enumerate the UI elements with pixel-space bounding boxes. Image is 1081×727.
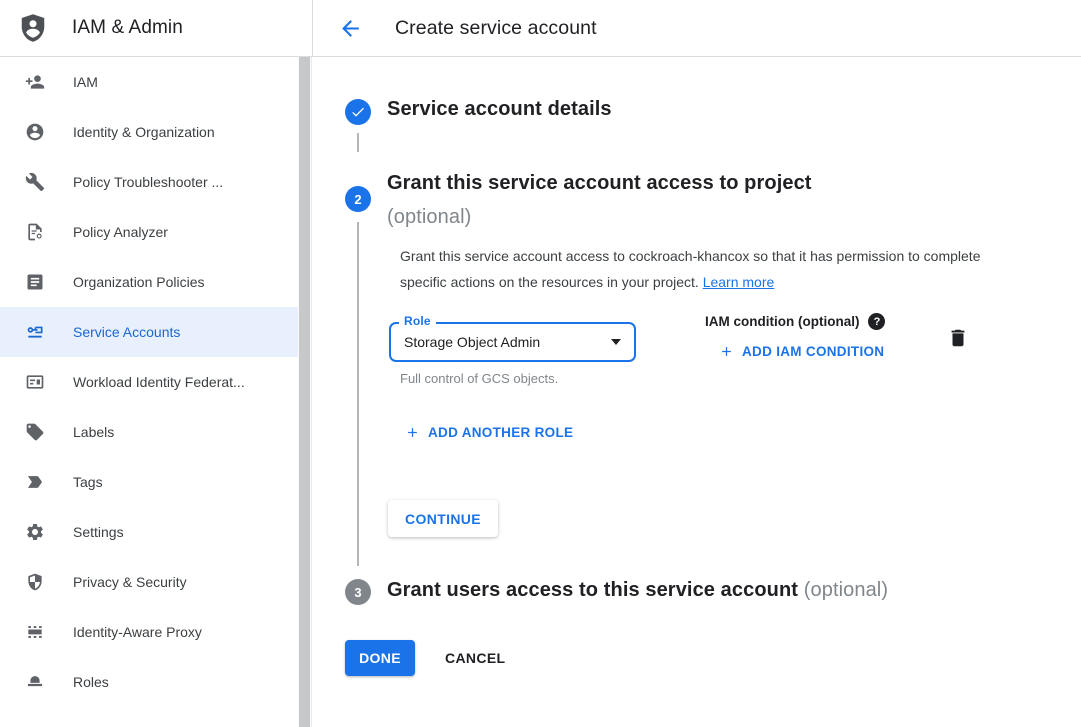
step2-number-badge: 2 — [345, 186, 371, 212]
wrench-icon — [25, 172, 45, 192]
learn-more-link[interactable]: Learn more — [703, 274, 775, 290]
roles-hat-icon — [25, 672, 45, 692]
sidebar-item-identity-organization[interactable]: Identity & Organization — [0, 107, 299, 157]
workload-identity-card-icon — [25, 372, 45, 392]
sidebar-item-label: Roles — [73, 674, 109, 690]
privacy-shield-icon — [25, 572, 45, 592]
sidebar-item-label: Policy Analyzer — [73, 224, 168, 240]
sidebar-item-label: Organization Policies — [73, 274, 205, 290]
identity-aware-proxy-icon — [25, 622, 45, 642]
role-select[interactable]: Storage Object Admin — [389, 322, 636, 362]
step3-optional-text: (optional) — [804, 579, 888, 601]
label-tag-icon — [25, 422, 45, 442]
sidebar-item-label: IAM — [73, 74, 98, 90]
continue-button[interactable]: CONTINUE — [388, 500, 498, 537]
sidebar-item-label: Tags — [73, 474, 103, 490]
help-icon[interactable] — [868, 313, 885, 330]
policy-analyzer-icon — [25, 222, 45, 242]
product-title: IAM & Admin — [72, 17, 183, 39]
step2-heading: Grant this service account access to pro… — [387, 166, 812, 234]
step-connector — [357, 133, 359, 152]
step2-description: Grant this service account access to coc… — [400, 243, 985, 295]
plus-icon — [405, 425, 420, 440]
sidebar-item-policy-analyzer[interactable]: Policy Analyzer — [0, 207, 299, 257]
sidebar-item-privacy-security[interactable]: Privacy & Security — [0, 557, 299, 607]
step2-number: 2 — [354, 192, 361, 207]
sidebar-item-label: Policy Troubleshooter ... — [73, 174, 223, 190]
tag-important-icon — [25, 472, 45, 492]
page-title: Create service account — [395, 17, 597, 40]
sidebar-item-label: Workload Identity Federat... — [73, 374, 245, 390]
step3-number-badge: 3 — [345, 579, 371, 605]
account-circle-icon — [25, 122, 45, 142]
sidebar-item-service-accounts[interactable]: Service Accounts — [0, 307, 299, 357]
add-another-role-button[interactable]: ADD ANOTHER ROLE — [405, 425, 573, 440]
sidebar-scrollbar-thumb[interactable] — [299, 57, 310, 727]
sidebar-item-workload-identity-federat[interactable]: Workload Identity Federat... — [0, 357, 299, 407]
iam-condition-header: IAM condition (optional) — [705, 313, 885, 330]
step-connector — [357, 222, 359, 566]
sidebar-item-settings[interactable]: Settings — [0, 507, 299, 557]
gear-icon — [25, 522, 45, 542]
sidebar-item-labels[interactable]: Labels — [0, 407, 299, 457]
sidebar-scrollbar — [298, 57, 312, 727]
page-header: Create service account — [312, 0, 1081, 56]
check-icon — [350, 104, 366, 120]
role-field-group: Storage Object Admin Role — [389, 322, 636, 362]
iam-condition-label: IAM condition (optional) — [705, 314, 859, 329]
app-header: IAM & Admin Create service account — [0, 0, 1081, 57]
plus-icon — [719, 344, 734, 359]
step3-number: 3 — [354, 585, 361, 600]
sidebar-item-policy-troubleshooter[interactable]: Policy Troubleshooter ... — [0, 157, 299, 207]
sidebar-item-identity-aware-proxy[interactable]: Identity-Aware Proxy — [0, 607, 299, 657]
back-arrow-icon[interactable] — [336, 14, 364, 42]
sidebar-item-roles[interactable]: Roles — [0, 657, 299, 707]
done-button[interactable]: DONE — [345, 640, 415, 676]
chevron-down-icon — [611, 339, 621, 345]
role-selected-value: Storage Object Admin — [404, 334, 540, 350]
person-add-icon — [25, 72, 45, 92]
step2-title: Grant this service account access to pro… — [387, 166, 812, 200]
step2-optional-label: (optional) — [387, 200, 812, 234]
sidebar-item-label: Settings — [73, 524, 124, 540]
organization-policies-icon — [25, 272, 45, 292]
role-helper-text: Full control of GCS objects. — [400, 371, 558, 386]
sidebar-item-label: Service Accounts — [73, 324, 180, 340]
cancel-button[interactable]: CANCEL — [437, 640, 513, 676]
sidebar-item-iam[interactable]: IAM — [0, 57, 299, 107]
service-accounts-key-icon — [25, 322, 45, 342]
step3-title: Grant users access to this service accou… — [387, 579, 798, 601]
delete-role-button[interactable] — [947, 326, 969, 353]
sidebar-item-label: Identity-Aware Proxy — [73, 624, 202, 640]
sidebar-item-label: Labels — [73, 424, 114, 440]
sidebar-item-organization-policies[interactable]: Organization Policies — [0, 257, 299, 307]
sidebar-nav: IAM Identity & Organization Policy Trouble… — [0, 57, 299, 727]
step2-description-text: Grant this service account access to coc… — [400, 248, 981, 290]
add-iam-condition-label: ADD IAM CONDITION — [742, 344, 884, 359]
step3-heading[interactable]: Grant users access to this service accou… — [387, 579, 888, 602]
create-service-account-form: Service account details 2 Grant this ser… — [312, 57, 1081, 727]
sidebar-item-label: Identity & Organization — [73, 124, 215, 140]
trash-icon — [947, 326, 969, 350]
add-iam-condition-button[interactable]: ADD IAM CONDITION — [719, 344, 884, 359]
sidebar-item-label: Privacy & Security — [73, 574, 187, 590]
brand: IAM & Admin — [0, 0, 312, 56]
add-another-role-label: ADD ANOTHER ROLE — [428, 425, 573, 440]
iam-shield-logo-icon — [18, 12, 48, 44]
sidebar-item-tags[interactable]: Tags — [0, 457, 299, 507]
role-field-label: Role — [399, 314, 436, 328]
step1-completed-badge — [345, 99, 371, 125]
step1-title[interactable]: Service account details — [387, 98, 612, 121]
